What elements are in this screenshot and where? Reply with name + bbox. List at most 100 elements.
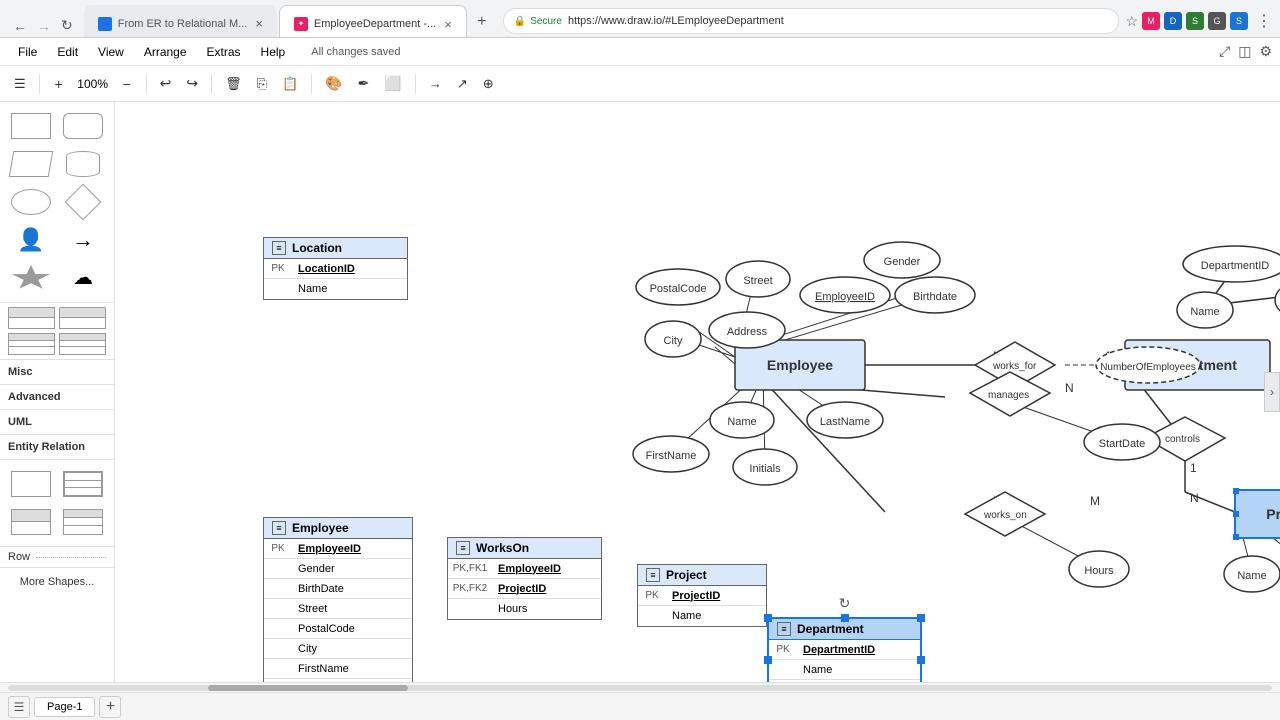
address-secure: Secure (530, 16, 562, 27)
row-section[interactable]: Row (0, 546, 114, 567)
shape-diamond[interactable] (60, 186, 106, 218)
panel-icon[interactable]: ◫ (1238, 43, 1251, 60)
svg-text:M: M (1090, 494, 1100, 508)
svg-text:N: N (1190, 491, 1199, 505)
fullscreen-icon[interactable]: ⤢ (1219, 43, 1230, 60)
inactive-tab-close[interactable]: × (255, 16, 263, 31)
menu-file[interactable]: File (8, 42, 47, 62)
svg-text:LastName: LastName (820, 416, 870, 428)
menu-extras[interactable]: Extras (197, 42, 251, 62)
dept-field-name: Name (797, 662, 838, 678)
svg-text:works_for: works_for (992, 361, 1037, 372)
tab-active[interactable]: ✦ EmployeeDepartment -... × (279, 5, 467, 37)
er-shape-4[interactable] (60, 506, 106, 538)
shape-table-1[interactable] (0, 302, 114, 359)
menu-arrange[interactable]: Arrange (134, 42, 197, 62)
paste-btn[interactable]: 📋 (276, 71, 304, 97)
shape-arrow[interactable]: → (60, 224, 106, 256)
address-bar[interactable]: 🔒 Secure https://www.draw.io/#LEmployeeD… (503, 8, 1120, 34)
canvas[interactable]: N 1 1 N N M 1 N works_for manages works_… (115, 102, 1280, 682)
shape-parallelogram[interactable] (8, 148, 54, 180)
workson-field-empid: EmployeeID (492, 561, 567, 577)
ext-icon-4: G (1208, 12, 1226, 30)
employee-field-gender: Gender (292, 561, 341, 577)
svg-text:Gender: Gender (884, 256, 921, 268)
page-tab-label: Page-1 (47, 701, 82, 713)
svg-text:Birthdate: Birthdate (913, 291, 957, 303)
back-btn[interactable]: ← (8, 15, 32, 37)
location-table[interactable]: ≡ Location PK LocationID Name (263, 237, 408, 300)
workson-table[interactable]: ≡ WorksOn PK,FK1 EmployeeID PK,FK2 Proje… (447, 537, 602, 620)
fill-color-btn[interactable]: 🎨 (319, 71, 348, 97)
waypoint-btn[interactable]: ↗ (451, 71, 474, 97)
employee-field-city: City (292, 641, 323, 657)
ext-icon-1: M (1142, 12, 1160, 30)
menu-view[interactable]: View (88, 42, 134, 62)
svg-text:DepartmentID: DepartmentID (1201, 260, 1270, 272)
tab-inactive[interactable]: From ER to Relational M... × (84, 5, 277, 37)
zoom-out-btn[interactable]: − (115, 72, 139, 96)
active-tab-label: EmployeeDepartment -... (314, 18, 436, 30)
connector-btn[interactable]: → (423, 71, 448, 97)
shape-cloud[interactable]: ☁ (60, 262, 106, 294)
lock-icon: 🔒 (514, 16, 526, 27)
workson-table-title: WorksOn (476, 541, 529, 555)
undo-btn[interactable]: ↩ (154, 71, 178, 97)
menu-help[interactable]: Help (251, 42, 296, 62)
page-tabs-bar: ☰ Page-1 + (0, 692, 1280, 720)
employee-table[interactable]: ≡ Employee PK EmployeeID Gender BirthDat… (263, 517, 413, 682)
section-entity-relation[interactable]: Entity Relation (0, 434, 114, 459)
project-table[interactable]: ≡ Project PK ProjectID Name (637, 564, 767, 627)
shape-star[interactable] (8, 262, 54, 294)
menu-edit[interactable]: Edit (47, 42, 88, 62)
bookmark-icon[interactable]: ☆ (1125, 13, 1138, 30)
dept-field-id: DepartmentID (797, 642, 881, 658)
svg-text:PostalCode: PostalCode (650, 283, 707, 295)
shape-ellipse[interactable] (8, 186, 54, 218)
workson-field-projid: ProjectID (492, 581, 552, 597)
zoom-in-btn[interactable]: + (47, 72, 71, 96)
er-shape-1[interactable] (8, 468, 54, 500)
delete-btn[interactable]: 🗑 (219, 71, 248, 97)
section-advanced[interactable]: Advanced (0, 384, 114, 409)
svg-text:N: N (1065, 381, 1074, 395)
more-shapes-btn[interactable]: More Shapes... (0, 567, 114, 596)
page-tab-1[interactable]: Page-1 (34, 697, 95, 717)
svg-text:manages: manages (988, 390, 1029, 401)
browser-menu-icon[interactable]: ⋮ (1256, 11, 1272, 31)
expand-right-btn[interactable]: › (1264, 372, 1280, 412)
location-field-id: LocationID (292, 261, 361, 277)
svg-text:Address: Address (727, 326, 768, 338)
department-table-selected[interactable]: ↻ ≡ Department PK DepartmentID Name FK L… (767, 617, 922, 682)
shape-person[interactable]: 👤 (8, 224, 54, 256)
shape-rect[interactable] (8, 110, 54, 142)
svg-text:Name: Name (1237, 570, 1266, 582)
forward-btn[interactable]: → (32, 15, 56, 37)
shape-rounded[interactable] (60, 110, 106, 142)
add-page-btn[interactable]: + (99, 696, 121, 718)
er-shape-2[interactable] (60, 468, 106, 500)
scrollbar-area[interactable] (0, 682, 1280, 692)
line-color-btn[interactable]: ✒ (352, 71, 376, 97)
insert-btn[interactable]: ⊕ (477, 71, 500, 97)
settings-icon[interactable]: ⚙ (1259, 43, 1272, 60)
employee-field-street: Street (292, 601, 333, 617)
refresh-btn[interactable]: ↻ (56, 14, 78, 37)
pages-menu-btn[interactable]: ☰ (8, 696, 30, 718)
section-uml[interactable]: UML (0, 409, 114, 434)
sidebar-toggle-btn[interactable]: ☰ (8, 71, 32, 97)
svg-text:Hours: Hours (1084, 565, 1114, 577)
shadow-btn[interactable]: ⬜ (378, 71, 407, 97)
shape-cylinder[interactable] (60, 148, 106, 180)
copy-btn[interactable]: ⎘ (251, 71, 273, 97)
zoom-control: + 100% − (47, 72, 139, 96)
redo-btn[interactable]: ↪ (180, 71, 204, 97)
svg-text:Street: Street (743, 275, 772, 287)
svg-text:Name: Name (727, 416, 756, 428)
er-shape-3[interactable] (8, 506, 54, 538)
section-misc[interactable]: Misc (0, 359, 114, 384)
active-tab-close[interactable]: × (444, 17, 452, 32)
employee-field-id: EmployeeID (292, 541, 367, 557)
new-tab-btn[interactable]: + (469, 9, 495, 35)
left-panel: 👤 → ☁ (0, 102, 115, 682)
